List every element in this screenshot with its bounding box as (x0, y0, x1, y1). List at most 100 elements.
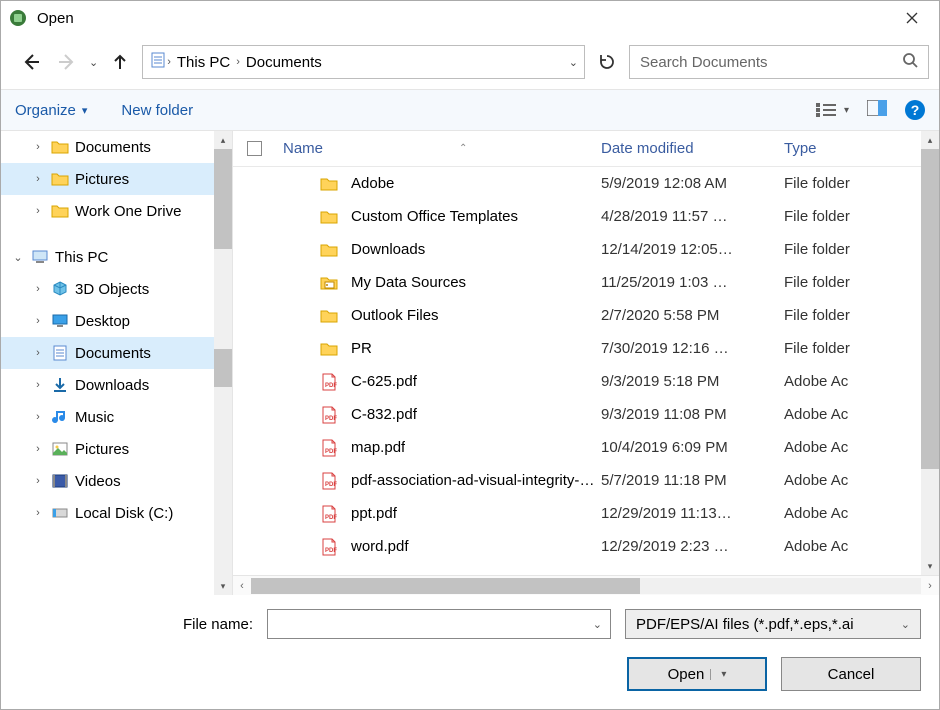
tree-item[interactable]: ›Downloads (1, 369, 232, 401)
breadcrumb-seg-1[interactable]: Documents (246, 54, 322, 71)
file-row[interactable]: PDFmap.pdf10/4/2019 6:09 PMAdobe Ac (233, 431, 919, 464)
file-type-filter[interactable]: PDF/EPS/AI files (*.pdf,*.eps,*.ai ⌄ (625, 609, 921, 639)
back-button[interactable] (17, 48, 45, 76)
file-name: word.pdf (351, 538, 409, 555)
file-row[interactable]: Custom Office Templates4/28/2019 11:57 …… (233, 200, 919, 233)
file-name: PR (351, 340, 372, 357)
file-type: File folder (784, 340, 919, 357)
file-row[interactable]: My Data Sources11/25/2019 1:03 …File fol… (233, 266, 919, 299)
expand-caret-icon[interactable]: › (31, 315, 45, 327)
organize-menu[interactable]: Organize ▾ (15, 102, 87, 119)
tree-item[interactable]: › Pictures (1, 433, 232, 465)
breadcrumb-seg-0[interactable]: This PC (177, 54, 230, 71)
pdf-icon: PDF (319, 471, 339, 491)
tree-scroll-down[interactable]: ▾ (214, 577, 232, 595)
file-row[interactable]: PDFpdf-association-ad-visual-integrity-2… (233, 464, 919, 497)
search-icon (902, 52, 918, 72)
close-button[interactable] (889, 3, 935, 33)
file-row[interactable]: PDFppt.pdf12/29/2019 11:13…Adobe Ac (233, 497, 919, 530)
navigation-tree: ›Documents›Pictures›Work One Drive⌄This … (1, 131, 233, 595)
file-name: My Data Sources (351, 274, 466, 291)
expand-caret-icon[interactable]: ⌄ (11, 251, 25, 264)
file-modified: 5/9/2019 12:08 AM (601, 175, 784, 192)
history-dropdown-icon[interactable]: ⌄ (89, 56, 98, 69)
file-modified: 12/29/2019 2:23 … (601, 538, 784, 555)
select-all-checkbox[interactable] (247, 141, 283, 156)
search-input[interactable]: Search Documents (629, 45, 929, 79)
tree-scroll-thumb[interactable] (214, 149, 232, 249)
tree-item[interactable]: ›3D Objects (1, 273, 232, 305)
view-options-button[interactable]: ▾ (816, 102, 849, 118)
expand-caret-icon[interactable]: › (31, 173, 45, 185)
expand-caret-icon[interactable]: › (31, 507, 45, 519)
hscroll-right-icon[interactable]: › (921, 580, 939, 592)
tree-item[interactable]: ›Videos (1, 465, 232, 497)
address-bar[interactable]: › This PC › Documents ⌄ (142, 45, 585, 79)
folder-icon (319, 240, 339, 260)
expand-caret-icon[interactable]: › (31, 283, 45, 295)
file-row[interactable]: Adobe5/9/2019 12:08 AMFile folder (233, 167, 919, 200)
list-scroll-thumb[interactable] (921, 149, 939, 469)
file-name: Adobe (351, 175, 394, 192)
expand-caret-icon[interactable]: › (31, 141, 45, 153)
open-split-icon[interactable]: ▾ (710, 669, 726, 680)
tree-item[interactable]: › Pictures (1, 163, 232, 195)
address-dropdown-icon[interactable]: ⌄ (569, 56, 578, 69)
expand-caret-icon[interactable]: › (31, 411, 45, 423)
expand-caret-icon[interactable]: › (31, 205, 45, 217)
column-header-name[interactable]: Name ⌃ (283, 140, 601, 157)
tree-item[interactable]: ›Work One Drive (1, 195, 232, 227)
cancel-button[interactable]: Cancel (781, 657, 921, 691)
column-header-modified[interactable]: Date modified (601, 140, 784, 157)
filename-input[interactable]: ⌄ (267, 609, 611, 639)
file-row[interactable]: PDFC-832.pdf9/3/2019 11:08 PMAdobe Ac (233, 398, 919, 431)
forward-button[interactable] (53, 48, 81, 76)
open-button[interactable]: Open ▾ (627, 657, 767, 691)
tree-item[interactable]: › Local Disk (C:) (1, 497, 232, 529)
tree-item[interactable]: › Desktop (1, 305, 232, 337)
new-folder-button[interactable]: New folder (121, 102, 193, 119)
up-button[interactable] (106, 48, 134, 76)
tree-item-label: Desktop (75, 313, 130, 330)
preview-pane-button[interactable] (867, 100, 887, 120)
list-scroll-up[interactable]: ▴ (921, 131, 939, 149)
file-modified: 9/3/2019 11:08 PM (601, 406, 784, 423)
refresh-button[interactable] (593, 48, 621, 76)
tree-item-label: Documents (75, 345, 151, 362)
tree-item[interactable]: › Documents (1, 337, 232, 369)
hscroll-left-icon[interactable]: ‹ (233, 580, 251, 592)
expand-caret-icon[interactable]: › (31, 347, 45, 359)
file-type: File folder (784, 241, 919, 258)
tree-item-label: Local Disk (C:) (75, 505, 173, 522)
tree-item-label: Pictures (75, 171, 129, 188)
chevron-down-icon[interactable]: ⌄ (593, 618, 602, 631)
help-button[interactable]: ? (905, 100, 925, 120)
hscroll-thumb[interactable] (251, 578, 640, 594)
tree-item[interactable]: ›Music (1, 401, 232, 433)
tree-item[interactable]: ⌄This PC (1, 241, 232, 273)
open-button-label: Open (668, 666, 705, 683)
tree-item[interactable]: ›Documents (1, 131, 232, 163)
folder-icon (319, 174, 339, 194)
expand-caret-icon[interactable]: › (31, 443, 45, 455)
disk-icon (51, 504, 69, 522)
file-rows: Adobe 5/9/2019 12:08 AM File folder Custom … (233, 167, 939, 575)
body-area: ›Documents›Pictures›Work One Drive⌄This … (1, 131, 939, 595)
file-row[interactable]: Outlook Files2/7/2020 5:58 PMFile folder (233, 299, 919, 332)
tree-scroll-thumb-2[interactable] (214, 349, 232, 387)
file-row[interactable]: Downloads12/14/2019 12:05…File folder (233, 233, 919, 266)
file-row[interactable]: PR7/30/2019 12:16 …File folder (233, 332, 919, 365)
tree-item-label: Pictures (75, 441, 129, 458)
list-scroll-down[interactable]: ▾ (921, 557, 939, 575)
file-name: ppt.pdf (351, 505, 397, 522)
column-header-type[interactable]: Type (784, 140, 919, 157)
expand-caret-icon[interactable]: › (31, 475, 45, 487)
pc-icon (31, 248, 49, 266)
file-row[interactable]: PDFC-625.pdf9/3/2019 5:18 PMAdobe Ac (233, 365, 919, 398)
expand-caret-icon[interactable]: › (31, 379, 45, 391)
horizontal-scrollbar[interactable]: ‹ › (233, 575, 939, 595)
tree-scroll-up[interactable]: ▴ (214, 131, 232, 149)
folder-icon (51, 138, 69, 156)
chevron-right-icon: › (167, 56, 171, 68)
file-row[interactable]: PDFword.pdf12/29/2019 2:23 …Adobe Ac (233, 530, 919, 563)
